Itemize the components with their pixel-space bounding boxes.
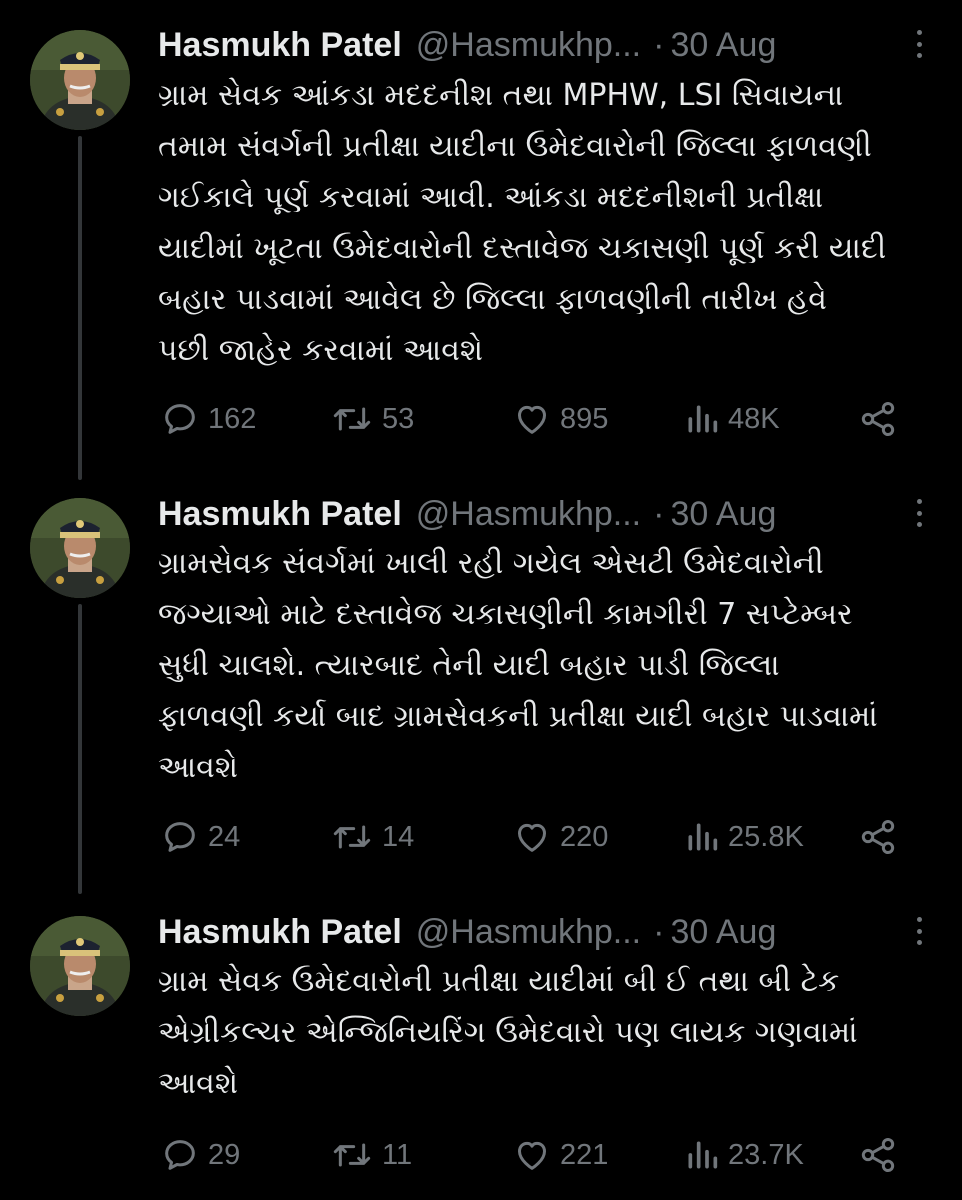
tweet[interactable]: Hasmukh Patel @Hasmukhp... · 30 Aug ગ્રા… [0,0,962,480]
more-icon[interactable] [914,917,924,945]
separator: · [653,494,665,533]
repost-icon [333,1143,371,1167]
reply-button[interactable]: 24 [160,814,240,860]
repost-button[interactable]: 11 [330,1132,412,1178]
author-handle[interactable]: @Hasmukhp... [416,495,641,534]
tweet-actions: 162 53 895 48K [160,396,900,442]
like-button[interactable]: 220 [512,814,608,860]
share-button[interactable] [858,1132,898,1178]
repost-icon [333,407,371,431]
views-count: 48K [728,402,780,435]
reply-count: 162 [208,402,257,435]
tweet-text: ગ્રામ સેવક આંકડા મદદનીશ તથા MPHW, LSI સિ… [158,78,887,368]
timestamp[interactable]: 30 Aug [670,913,776,952]
tweet-header: Hasmukh Patel @Hasmukhp... · 30 Aug [158,22,922,68]
more-icon[interactable] [914,30,924,58]
heart-icon [518,1141,546,1170]
timestamp[interactable]: 30 Aug [670,26,776,65]
author-handle[interactable]: @Hasmukhp... [416,26,641,65]
heart-icon [518,405,546,434]
repost-button[interactable]: 14 [330,814,414,860]
like-count: 895 [560,402,609,435]
author-handle[interactable]: @Hasmukhp... [416,913,641,952]
tweet[interactable]: Hasmukh Patel @Hasmukhp... · 30 Aug ગ્રા… [0,470,962,894]
views-icon [688,823,718,851]
repost-button[interactable]: 53 [330,396,414,442]
share-icon [861,1138,895,1172]
views-button[interactable]: 48K [684,396,780,442]
tweet-text: ગ્રામસેવક સંવર્ગમાં ખાલી રહી ગયેલ એસટી ઉ… [158,546,878,785]
separator: · [653,912,665,951]
tweet-actions: 24 14 220 25.8K [160,814,900,860]
views-icon [688,405,718,433]
tweet-header: Hasmukh Patel @Hasmukhp... · 30 Aug [158,909,922,955]
reply-icon [165,822,195,852]
tweet-thread: Hasmukh Patel @Hasmukhp... · 30 Aug ગ્રા… [0,0,962,1200]
author-name[interactable]: Hasmukh Patel [158,26,402,65]
views-button[interactable]: 23.7K [684,1132,804,1178]
repost-count: 14 [382,820,415,853]
like-button[interactable]: 221 [512,1132,608,1178]
share-button[interactable] [858,396,898,442]
share-icon [861,820,895,854]
reply-button[interactable]: 29 [160,1132,240,1178]
views-count: 25.8K [728,820,804,853]
repost-count: 11 [382,1138,413,1171]
avatar[interactable] [30,916,130,1016]
reply-icon [165,404,195,434]
avatar[interactable] [30,498,130,598]
more-icon[interactable] [914,499,924,527]
thread-connector-line [78,136,82,480]
repost-icon [333,825,371,849]
thread-connector-line [78,604,82,894]
share-button[interactable] [858,814,898,860]
like-count: 221 [560,1138,609,1171]
heart-icon [518,823,546,852]
reply-button[interactable]: 162 [160,396,256,442]
reply-count: 24 [208,820,241,853]
tweet[interactable]: Hasmukh Patel @Hasmukhp... · 30 Aug ગ્રા… [0,888,962,1200]
author-name[interactable]: Hasmukh Patel [158,913,402,952]
tweet-actions: 29 11 221 23.7K [160,1132,900,1178]
author-name[interactable]: Hasmukh Patel [158,495,402,534]
reply-icon [165,1140,195,1170]
like-button[interactable]: 895 [512,396,608,442]
separator: · [653,25,665,64]
avatar[interactable] [30,30,130,130]
views-button[interactable]: 25.8K [684,814,804,860]
views-icon [688,1141,718,1169]
reply-count: 29 [208,1138,241,1171]
share-icon [861,402,895,436]
tweet-header: Hasmukh Patel @Hasmukhp... · 30 Aug [158,491,922,537]
like-count: 220 [560,820,609,853]
repost-count: 53 [382,402,415,435]
tweet-text: ગ્રામ સેવક ઉમેદવારોની પ્રતીક્ષા યાદીમાં … [158,964,858,1101]
views-count: 23.7K [728,1138,804,1171]
timestamp[interactable]: 30 Aug [670,495,776,534]
